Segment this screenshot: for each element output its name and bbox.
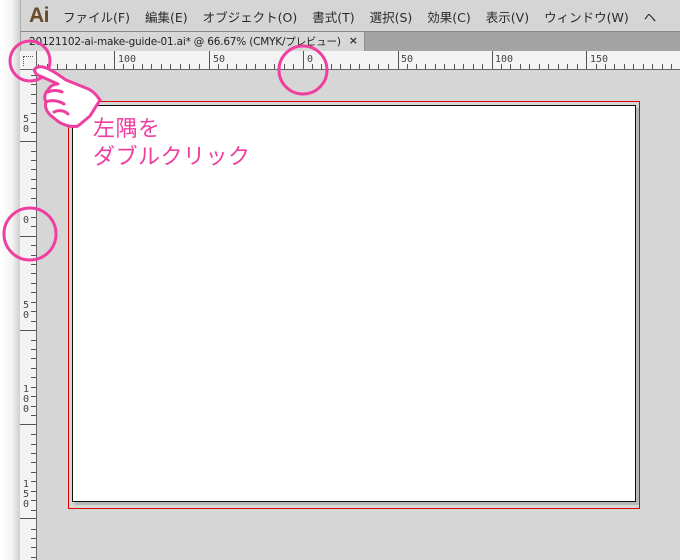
annotation-line-1: 左隅を <box>93 117 161 142</box>
annotation-line-2: ダブルクリック <box>93 145 251 170</box>
annotation-text: 左隅を ダブルクリック <box>93 116 251 172</box>
